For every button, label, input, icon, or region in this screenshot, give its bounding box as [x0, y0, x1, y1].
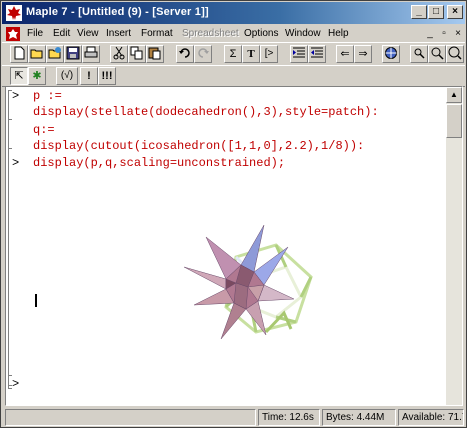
code-line[interactable]: q:= — [33, 123, 55, 137]
zoom-full-button[interactable] — [446, 45, 464, 63]
menu-view[interactable]: View — [77, 28, 99, 39]
menu-insert[interactable]: Insert — [106, 28, 131, 39]
group-bracket[interactable] — [8, 148, 12, 386]
indent-button[interactable] — [290, 45, 308, 63]
document-maple-icon[interactable] — [6, 27, 20, 41]
main-toolbar: Σ T [> ⇐ ⇒ — [2, 42, 465, 66]
scroll-thumb[interactable] — [446, 104, 462, 138]
math-input-button[interactable]: [> — [260, 45, 278, 63]
redo-button — [194, 45, 212, 63]
3d-polyhedra-plot[interactable] — [166, 217, 336, 357]
input-prompt: > — [12, 89, 20, 103]
menu-format[interactable]: Format — [141, 28, 173, 39]
check-syntax-button[interactable]: (√) — [56, 67, 78, 85]
sum-button[interactable]: Σ — [224, 45, 242, 63]
maple-leaf-icon — [6, 5, 22, 21]
input-prompt: > — [12, 377, 20, 391]
save-button[interactable] — [64, 45, 82, 63]
magnifier-large-icon — [448, 46, 462, 60]
new-document-button[interactable] — [10, 45, 28, 63]
menu-help[interactable]: Help — [328, 28, 349, 39]
zoom-out-button[interactable] — [428, 45, 446, 63]
context-toolbar: ⇱ ✱ (√) ! !!! — [2, 65, 465, 87]
magnifier-small-icon — [414, 48, 425, 59]
code-line[interactable]: display(stellate(dodecahedron(),3),style… — [33, 105, 379, 119]
floppy-disk-icon — [66, 46, 80, 60]
mdi-restore-button[interactable]: ▫ — [438, 28, 450, 39]
text-mode-button[interactable]: T — [242, 45, 260, 63]
cut-button[interactable] — [110, 45, 128, 63]
restart-button[interactable]: ✱ — [28, 67, 46, 85]
status-time: Time: 12.6s — [258, 409, 320, 426]
stop-button[interactable] — [382, 45, 400, 63]
menu-edit[interactable]: Edit — [53, 28, 70, 39]
group-bracket[interactable] — [8, 119, 12, 149]
code-line[interactable]: display(p,q,scaling=unconstrained); — [33, 156, 285, 170]
indent-icon — [293, 47, 305, 58]
open-url-button[interactable] — [46, 45, 64, 63]
execute-all-button[interactable]: !!! — [98, 67, 116, 85]
maximize-button[interactable]: □ — [428, 5, 444, 19]
open-url-icon — [48, 47, 61, 59]
copy-icon — [130, 46, 143, 60]
worksheet[interactable]: > p := display(stellate(dodecahedron(),3… — [5, 86, 463, 406]
execute-button[interactable]: ⇱ — [10, 67, 28, 85]
minimize-button[interactable]: _ — [411, 5, 427, 19]
status-available: Available: 71.7M — [398, 409, 464, 426]
execute-bang-button[interactable]: ! — [80, 67, 98, 85]
paste-button[interactable] — [146, 45, 164, 63]
code-line[interactable]: display(cutout(icosahedron([1,1,0],2.2),… — [33, 139, 364, 153]
undo-arrow-icon — [179, 48, 190, 58]
menu-bar: File Edit View Insert Format Spreadsheet… — [2, 25, 465, 43]
window-title: Maple 7 - [Untitled (9) - [Server 1]] — [26, 6, 209, 18]
code-line[interactable]: p := — [33, 89, 62, 103]
open-button[interactable] — [28, 45, 46, 63]
zoom-in-button[interactable] — [410, 45, 428, 63]
forward-button[interactable]: ⇒ — [354, 45, 372, 63]
redo-arrow-icon — [198, 48, 209, 58]
menu-options[interactable]: Options — [244, 28, 278, 39]
menu-file[interactable]: File — [27, 28, 43, 39]
mdi-close-button[interactable]: × — [452, 28, 464, 39]
outdent-icon — [311, 47, 323, 58]
title-bar[interactable]: Maple 7 - [Untitled (9) - [Server 1]] _ … — [2, 2, 465, 24]
status-bytes: Bytes: 4.44M — [322, 409, 396, 426]
vertical-scrollbar[interactable]: ▲ — [446, 87, 462, 405]
undo-button[interactable] — [176, 45, 194, 63]
maple-window: Maple 7 - [Untitled (9) - [Server 1]] _ … — [0, 0, 467, 428]
input-prompt: > — [12, 156, 20, 170]
mdi-minimize-button[interactable]: _ — [424, 28, 436, 39]
status-message — [5, 409, 256, 426]
scissors-icon — [113, 46, 125, 60]
scroll-up-arrow-icon[interactable]: ▲ — [446, 87, 462, 103]
text-cursor — [35, 294, 37, 307]
globe-stop-icon — [385, 47, 397, 59]
printer-icon — [84, 46, 98, 58]
open-folder-icon — [30, 49, 43, 59]
magnifier-medium-icon — [431, 47, 444, 60]
menu-spreadsheet: Spreadsheet — [182, 28, 239, 39]
outdent-button[interactable] — [308, 45, 326, 63]
new-document-icon — [14, 46, 25, 60]
print-button[interactable] — [82, 45, 100, 63]
copy-button[interactable] — [128, 45, 146, 63]
clipboard-icon — [148, 47, 161, 60]
back-button[interactable]: ⇐ — [336, 45, 354, 63]
close-button[interactable]: × — [447, 5, 463, 19]
menu-window[interactable]: Window — [285, 28, 321, 39]
